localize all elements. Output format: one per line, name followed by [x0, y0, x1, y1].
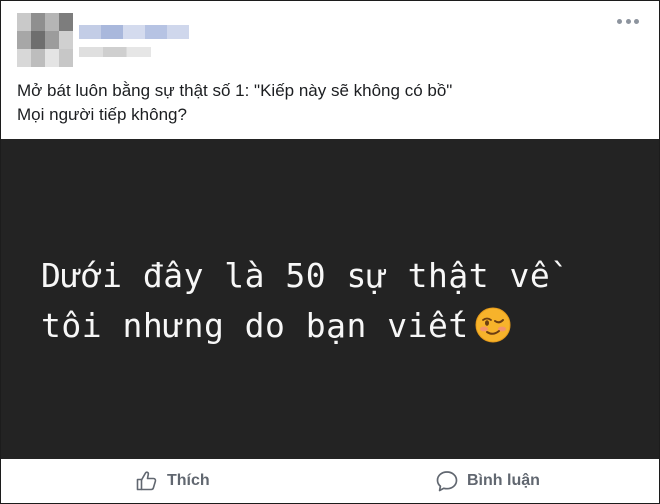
more-options-icon[interactable]: [617, 19, 639, 25]
winking-face-icon: [475, 307, 511, 343]
post-caption: Mở bát luôn bằng sự thật số 1: "Kiếp này…: [17, 79, 637, 127]
like-label: Thích: [167, 472, 210, 489]
dot: [634, 19, 639, 24]
image-text-line: tôi nhưng do bạn viết: [41, 306, 469, 345]
author-name[interactable]: [79, 25, 189, 39]
action-bar: Thích Bình luận: [1, 459, 659, 503]
post-timestamp[interactable]: [79, 47, 151, 57]
comment-label: Bình luận: [467, 472, 540, 489]
thumbs-up-icon: [136, 471, 157, 491]
facebook-post: Mở bát luôn bằng sự thật số 1: "Kiếp này…: [0, 0, 660, 504]
post-header: [1, 1, 659, 73]
dot: [625, 19, 631, 24]
post-image[interactable]: Dưới đây là 50 sự thật về tôi nhưng do b…: [1, 139, 659, 459]
image-text-line: Dưới đây là 50 sự thật về: [41, 256, 551, 295]
speech-bubble-icon: [436, 471, 458, 492]
avatar[interactable]: [17, 13, 73, 67]
caption-line: Mở bát luôn bằng sự thật số 1: "Kiếp này…: [17, 81, 453, 100]
dot: [617, 19, 622, 24]
image-text: Dưới đây là 50 sự thật về tôi nhưng do b…: [41, 251, 641, 351]
comment-button[interactable]: Bình luận: [435, 459, 540, 503]
caption-line: Mọi người tiếp không?: [17, 105, 187, 124]
like-button[interactable]: Thích: [135, 459, 210, 503]
image-text-line-2: tôi nhưng do bạn viết: [41, 301, 641, 351]
